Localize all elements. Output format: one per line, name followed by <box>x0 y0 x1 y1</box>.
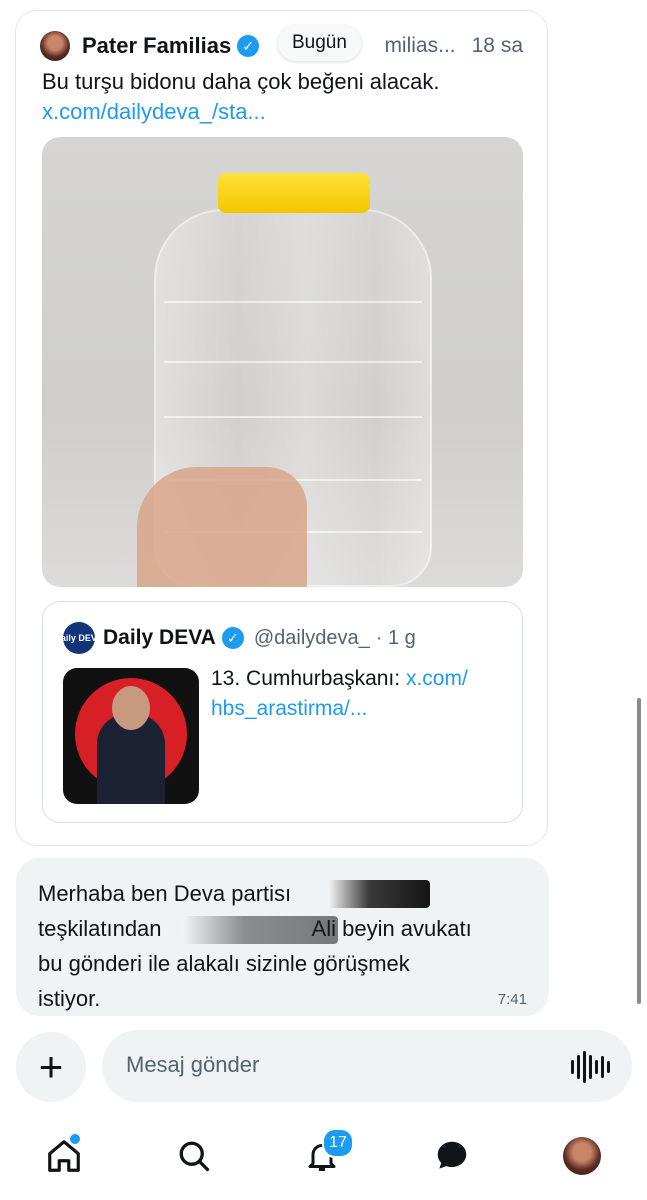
scrollbar[interactable] <box>637 698 641 1004</box>
quoted-link-part1[interactable]: x.com/ <box>406 667 468 690</box>
bottom-navigation: 17 <box>0 1122 647 1192</box>
shared-post-card[interactable]: Pater Familias ✓ milias... 18 sa Bugün B… <box>15 10 548 846</box>
message-time: 7:41 <box>497 991 527 1008</box>
quoted-link-part2[interactable]: hbs_arastirma/... <box>211 697 367 720</box>
quoted-author-avatar[interactable]: daily DEVA <box>55 622 103 654</box>
quoted-post-thumbnail[interactable] <box>63 668 199 804</box>
quoted-post-time: · 1 g <box>375 626 416 649</box>
message-input-placeholder: Mesaj gönder <box>126 1052 260 1077</box>
message-input[interactable]: Mesaj gönder <box>102 1030 632 1102</box>
message-line-4: istiyor. <box>38 986 101 1011</box>
quoted-post-header: daily DEVA Daily DEVA ✓ @dailydeva_ · 1 … <box>55 622 416 654</box>
message-bubble[interactable]: Merhaba ben Deva partisı teşkilatından Al… <box>16 858 549 1016</box>
home-icon[interactable] <box>42 1132 86 1178</box>
hand-image <box>137 467 307 587</box>
jar-lid <box>218 173 370 213</box>
home-unread-dot <box>68 1132 82 1146</box>
quoted-author-name[interactable]: Daily DEVA <box>103 626 216 650</box>
voice-message-icon[interactable] <box>571 1051 610 1083</box>
redaction-block-1 <box>328 880 430 908</box>
quoted-post-text: 13. Cumhurbaşkanı: x.com/ hbs_arastirma/… <box>211 664 511 724</box>
add-attachment-button[interactable]: + <box>16 1032 86 1102</box>
post-time: 18 sa <box>471 34 523 57</box>
post-photo[interactable] <box>42 137 523 587</box>
notification-count-badge: 17 <box>322 1128 354 1158</box>
post-text: Bu turşu bidonu daha çok beğeni alacak. <box>42 69 440 94</box>
messages-icon[interactable] <box>430 1134 474 1178</box>
verified-badge-icon: ✓ <box>237 35 260 57</box>
quoted-post[interactable]: daily DEVA Daily DEVA ✓ @dailydeva_ · 1 … <box>42 601 523 823</box>
quoted-author-handle: @dailydeva_ <box>253 626 370 649</box>
post-link[interactable]: x.com/dailydeva_/sta... <box>42 97 266 127</box>
author-handle: milias... <box>384 34 456 57</box>
author-avatar[interactable] <box>40 31 70 61</box>
message-line-1: Merhaba ben Deva partisı <box>38 881 292 906</box>
message-line-3: bu gönderi ile alakalı sizinle görüşmek <box>38 951 410 976</box>
search-icon[interactable] <box>172 1134 216 1178</box>
profile-avatar[interactable] <box>560 1134 604 1178</box>
date-separator-pill: Bugün <box>278 25 361 61</box>
verified-badge-icon: ✓ <box>221 627 244 649</box>
redaction-block-2 <box>182 916 338 944</box>
quoted-text: 13. Cumhurbaşkanı: <box>211 667 401 690</box>
notifications-bell-icon[interactable]: 17 <box>300 1128 354 1178</box>
message-text: Merhaba ben Deva partisı teşkilatından Al… <box>38 876 518 1016</box>
author-name[interactable]: Pater Familias <box>82 33 231 59</box>
